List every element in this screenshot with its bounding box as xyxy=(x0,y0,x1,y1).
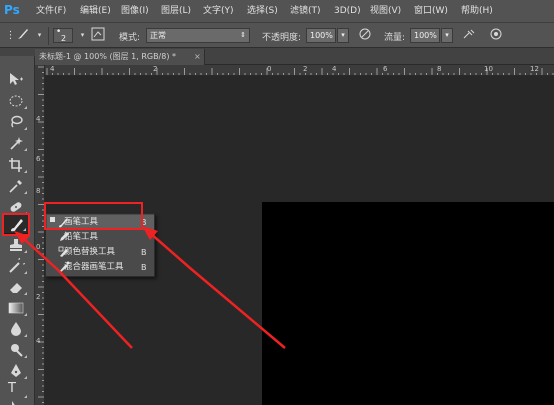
opacity-label: 不透明度: xyxy=(262,33,302,43)
stamp-tool-icon[interactable] xyxy=(3,235,29,255)
gradient-tool-icon[interactable] xyxy=(3,298,29,318)
menu-window[interactable]: 窗口(W) xyxy=(414,5,448,18)
menu-view[interactable]: 视图(V) xyxy=(370,5,401,18)
path-select-tool-icon[interactable] xyxy=(3,398,29,405)
brush-size-value: 2 xyxy=(61,34,67,43)
menu-3d[interactable]: 3D(D) xyxy=(334,5,361,18)
mode-value: 正常 xyxy=(150,31,166,40)
flow-input[interactable]: 100% xyxy=(410,28,440,43)
close-tab-icon[interactable]: × xyxy=(194,49,201,64)
menu-type[interactable]: 文字(Y) xyxy=(203,5,234,18)
ruler-label: 12 xyxy=(530,65,539,73)
type-tool-glyph: T xyxy=(8,381,16,396)
eyedropper-tool-icon[interactable] xyxy=(3,176,29,196)
ruler-label: 4 xyxy=(332,65,337,73)
mode-dropdown-icon: ⇕ xyxy=(240,31,246,39)
dodge-tool-icon[interactable] xyxy=(3,340,29,360)
menu-select[interactable]: 选择(S) xyxy=(247,5,278,18)
vertical-ruler[interactable]: 4 6 8 0 2 4 xyxy=(35,65,45,405)
ruler-label: 0 xyxy=(267,65,272,73)
annotation-highlight-box xyxy=(44,202,143,230)
mode-label: 模式: xyxy=(119,33,141,43)
crop-tool-icon[interactable] xyxy=(3,155,29,175)
flyout-label: 颜色替换工具 xyxy=(64,247,116,257)
ruler-label: 0 xyxy=(36,243,41,251)
ruler-label: 6 xyxy=(36,155,41,163)
mode-select[interactable]: 正常 ⇕ xyxy=(146,28,250,43)
menu-filter[interactable]: 滤镜(T) xyxy=(290,5,321,18)
menu-edit[interactable]: 编辑(E) xyxy=(80,5,111,18)
ruler-label: 8 xyxy=(36,187,41,195)
pen-tool-icon[interactable] xyxy=(3,361,29,381)
document-tab[interactable]: 未标题-1 @ 100% (图层 1, RGB/8) * × xyxy=(35,49,205,65)
opacity-dropdown-icon[interactable]: ▾ xyxy=(337,28,349,43)
flow-value: 100% xyxy=(414,31,437,40)
ruler-label: 8 xyxy=(437,65,442,73)
flyout-label: 铅笔工具 xyxy=(64,232,99,242)
eraser-tool-icon[interactable] xyxy=(3,277,29,297)
flyout-item-pencil[interactable]: 铅笔工具 xyxy=(47,230,154,245)
size-pressure-icon[interactable] xyxy=(487,27,504,44)
opacity-input[interactable]: 100% xyxy=(306,28,336,43)
ruler-label: 2 xyxy=(36,293,41,301)
ruler-label: 4 xyxy=(36,115,41,123)
history-brush-tool-icon[interactable] xyxy=(3,256,29,276)
brush-preset-icon[interactable] xyxy=(14,27,31,44)
document-tab-strip: 未标题-1 @ 100% (图层 1, RGB/8) * × xyxy=(35,48,554,65)
menu-file[interactable]: 文件(F) xyxy=(36,5,66,18)
photoshop-logo: Ps xyxy=(4,3,20,17)
menu-help[interactable]: 帮助(H) xyxy=(461,5,493,18)
ruler-label: 4 xyxy=(36,337,41,345)
horizontal-ruler[interactable]: 4 2 0 2 4 6 8 10 12 xyxy=(45,65,554,76)
ruler-label: 2 xyxy=(153,65,158,73)
flyout-shortcut: B xyxy=(141,248,147,257)
ruler-label: 2 xyxy=(303,65,308,73)
marquee-tool-icon[interactable] xyxy=(3,91,29,111)
document-canvas[interactable] xyxy=(262,202,554,405)
menu-bar: Ps 文件(F) 编辑(E) 图像(I) 图层(L) 文字(Y) 选择(S) 滤… xyxy=(0,0,554,22)
ruler-label: 4 xyxy=(50,65,55,73)
menu-layer[interactable]: 图层(L) xyxy=(161,5,191,18)
flow-label: 流量: xyxy=(384,33,406,43)
flyout-shortcut: B xyxy=(141,263,147,272)
lasso-tool-icon[interactable] xyxy=(3,112,29,132)
opacity-value: 100% xyxy=(310,31,333,40)
ruler-label: 10 xyxy=(484,65,493,73)
blur-tool-icon[interactable] xyxy=(3,319,29,339)
type-tool-icon[interactable]: T xyxy=(3,380,29,400)
flyout-item-mixer-brush[interactable]: 混合器画笔工具 B xyxy=(47,260,154,275)
menu-image[interactable]: 图像(I) xyxy=(121,5,149,18)
document-tab-title: 未标题-1 @ 100% (图层 1, RGB/8) * xyxy=(39,52,177,61)
brush-panel-toggle-icon[interactable] xyxy=(89,27,106,44)
brush-preset-dropdown-icon[interactable]: ▾ xyxy=(31,27,48,44)
toolbox-grip[interactable] xyxy=(0,48,35,56)
move-tool-icon[interactable] xyxy=(3,69,29,89)
options-bar: ⋮ ▾ • 2 ▾ 模式: 正常 ⇕ 不透明度: 100% ▾ 流量: 100%… xyxy=(0,22,554,48)
annotation-highlight-tool xyxy=(2,213,30,236)
brush-size-box[interactable]: • 2 xyxy=(53,27,73,43)
opacity-pressure-icon[interactable] xyxy=(356,27,373,44)
flyout-item-color-replacement[interactable]: 颜色替换工具 B xyxy=(47,245,154,260)
ruler-label: 6 xyxy=(383,65,388,73)
flow-dropdown-icon[interactable]: ▾ xyxy=(441,28,453,43)
magic-wand-tool-icon[interactable] xyxy=(3,133,29,153)
options-separator xyxy=(48,27,49,45)
airbrush-icon[interactable] xyxy=(460,27,477,44)
flyout-label: 混合器画笔工具 xyxy=(64,262,124,272)
